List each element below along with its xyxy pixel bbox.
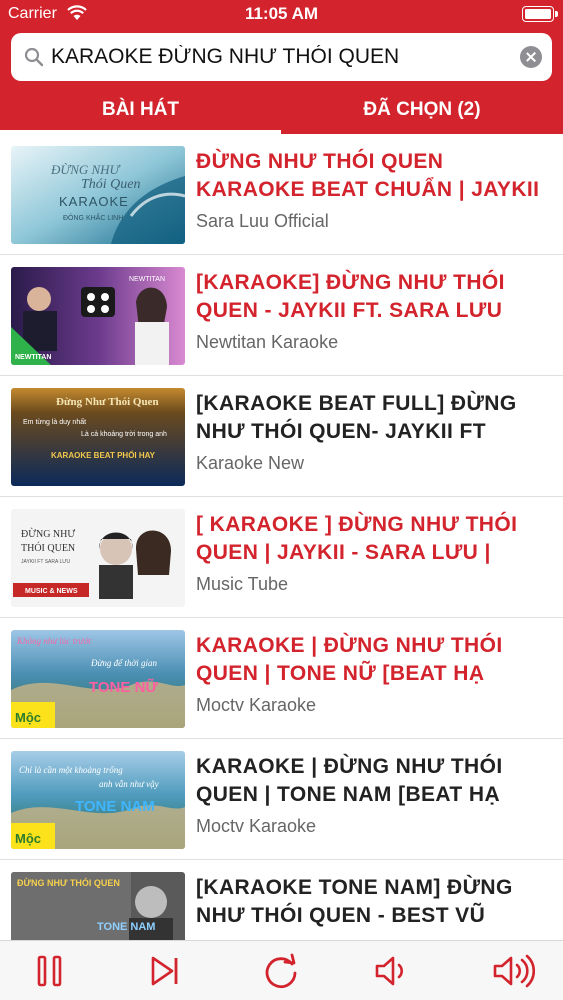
video-thumbnail[interactable]: Chỉ là cần một khoảng trống anh vẫn như … — [11, 751, 185, 849]
clock: 11:05 AM — [244, 4, 319, 23]
status-bar: Carrier 11:05 AM — [0, 0, 563, 30]
video-thumbnail[interactable]: NEWTITAN NEWTITAN — [11, 267, 185, 365]
result-title[interactable]: [KARAOKE BEAT FULL] ĐỪNG NHƯ THÓI QUEN- … — [196, 390, 556, 450]
result-title[interactable]: [ KARAOKE ] ĐỪNG NHƯ THÓI QUEN | JAYKII … — [196, 511, 556, 571]
video-thumbnail[interactable]: Đừng Như Thói Quen Em từng là duy nhất L… — [11, 388, 185, 486]
video-thumbnail[interactable]: ĐỪNG NHƯ THÓI QUEN JAYKII FT SARA LƯU MU… — [11, 509, 185, 607]
result-channel: Karaoke New — [196, 453, 305, 473]
thumb-text: Là cả khoảng trời trong anh — [81, 431, 167, 438]
replay-button[interactable] — [261, 951, 301, 991]
tab-songs[interactable]: BÀI HÁT — [0, 86, 281, 134]
thumb-text: Không như lúc trước — [16, 636, 92, 646]
search-input[interactable] — [51, 33, 511, 81]
thumb-text: Đừng để thời gian — [90, 658, 157, 668]
result-channel: Music Tube — [196, 574, 289, 594]
tab-selected[interactable]: ĐÃ CHỌN (2) — [281, 86, 563, 134]
clear-icon[interactable] — [520, 46, 542, 68]
thumb-text: Em từng là duy nhất — [23, 417, 86, 426]
thumb-text: KARAOKE BEAT PHỐI HAY — [51, 450, 156, 460]
video-thumbnail[interactable]: ĐỪNG NHƯ Thói Quen KARAOKE ĐÔNG KHẮC LIN… — [11, 146, 185, 244]
result-channel: Sara Luu Official — [196, 211, 329, 231]
result-row[interactable]: ĐỪNG NHƯ THÓI QUEN JAYKII FT SARA LƯU MU… — [0, 497, 563, 618]
app-header: Carrier 11:05 AM BÀI HÁT ĐÃ CHỌN (2) — [0, 0, 563, 134]
thumb-text: ĐỪNG NHƯ — [50, 162, 122, 177]
thumb-text: NEWTITAN — [15, 354, 51, 361]
thumb-text: THÓI QUEN — [21, 542, 75, 554]
thumb-text: TONE NỮ — [89, 678, 158, 696]
thumb-text: TONE NAM — [75, 798, 155, 815]
search-icon — [24, 47, 44, 72]
result-row[interactable]: NEWTITAN NEWTITAN [KARAOKE] ĐỪNG NHƯ THÓ… — [0, 255, 563, 376]
video-thumbnail[interactable]: Không như lúc trước Đừng để thời gian TO… — [11, 630, 185, 728]
result-row[interactable]: Không như lúc trước Đừng để thời gian TO… — [0, 618, 563, 739]
results-list[interactable]: ĐỪNG NHƯ Thói Quen KARAOKE ĐÔNG KHẮC LIN… — [0, 134, 563, 940]
thumb-text: KARAOKE — [59, 194, 129, 209]
result-title[interactable]: [KARAOKE TONE NAM] ĐỪNG NHƯ THÓI QUEN - … — [196, 874, 556, 934]
result-title[interactable]: [KARAOKE] ĐỪNG NHƯ THÓI QUEN - JAYKII FT… — [196, 269, 556, 329]
battery-icon — [522, 6, 558, 22]
pause-button[interactable] — [30, 951, 70, 991]
thumb-text: ĐÔNG KHẮC LINH — [63, 213, 123, 222]
thumb-text: anh vẫn như vậy — [99, 779, 159, 789]
result-title[interactable]: KARAOKE | ĐỪNG NHƯ THÓI QUEN | TONE NỮ [… — [196, 632, 556, 692]
thumb-text: Thói Quen — [81, 177, 141, 192]
thumb-text: ĐỪNG NHƯ THÓI QUEN — [17, 877, 120, 888]
video-thumbnail[interactable]: ĐỪNG NHƯ THÓI QUEN TONE NAM — [11, 872, 185, 940]
result-channel: Moctv Karaoke — [196, 816, 317, 836]
volume-low-icon — [372, 956, 412, 995]
thumb-text: MUSIC & NEWS — [25, 588, 78, 595]
volume-down-button[interactable] — [372, 951, 412, 991]
result-channel: Newtitan Karaoke — [196, 332, 339, 352]
next-button[interactable] — [145, 951, 185, 991]
volume-up-button[interactable] — [490, 951, 540, 991]
result-title[interactable]: ĐỪNG NHƯ THÓI QUEN KARAOKE BEAT CHUẨN | … — [196, 148, 556, 208]
search-bar[interactable] — [11, 33, 552, 81]
result-row[interactable]: ĐỪNG NHƯ Thói Quen KARAOKE ĐÔNG KHẮC LIN… — [0, 134, 563, 255]
result-channel: Moctv Karaoke — [196, 695, 317, 715]
thumb-text: ĐỪNG NHƯ — [21, 528, 75, 540]
thumb-text: Chỉ là cần một khoảng trống — [19, 765, 123, 775]
result-title[interactable]: KARAOKE | ĐỪNG NHƯ THÓI QUEN | TONE NAM … — [196, 753, 556, 813]
thumb-text: Mộc — [15, 831, 41, 846]
thumb-text: JAYKII FT SARA LƯU — [21, 559, 70, 565]
thumb-text: TONE NAM — [97, 921, 155, 933]
result-row[interactable]: Chỉ là cần một khoảng trống anh vẫn như … — [0, 739, 563, 860]
pause-icon — [30, 955, 70, 995]
skip-next-icon — [145, 956, 185, 995]
result-row[interactable]: Đừng Như Thói Quen Em từng là duy nhất L… — [0, 376, 563, 497]
thumb-text: NEWTITAN — [129, 276, 165, 283]
player-controls — [0, 940, 563, 1000]
replay-icon — [261, 953, 301, 995]
result-row[interactable]: ĐỪNG NHƯ THÓI QUEN TONE NAM [KARAOKE TON… — [0, 860, 563, 940]
volume-high-icon — [490, 954, 540, 995]
thumb-text: Mộc — [15, 710, 41, 725]
thumb-text: Đừng Như Thói Quen — [56, 396, 159, 408]
